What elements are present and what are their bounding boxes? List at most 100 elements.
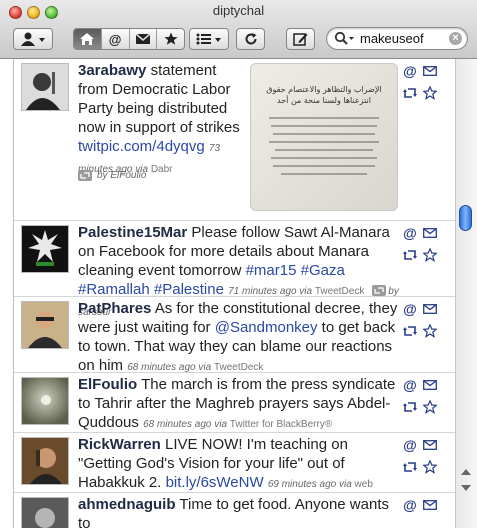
- retweet-icon[interactable]: [402, 399, 418, 415]
- search-icon[interactable]: [334, 31, 356, 46]
- favorite-icon[interactable]: [422, 399, 438, 415]
- account-icon: [21, 32, 45, 46]
- vertical-scrollbar[interactable]: [455, 59, 477, 528]
- direct-message-icon[interactable]: [422, 497, 438, 513]
- tweet-username[interactable]: RickWarren: [78, 436, 161, 453]
- window-title: diptychal: [212, 3, 265, 18]
- home-icon: [80, 33, 95, 45]
- compose-button[interactable]: [286, 28, 315, 50]
- account-menu-button[interactable]: [13, 28, 53, 50]
- tweet-username[interactable]: ahmednaguib: [78, 496, 176, 513]
- tweet-text: RickWarren LIVE NOW! I'm teaching on "Ge…: [78, 435, 402, 494]
- tweet-item[interactable]: RickWarren LIVE NOW! I'm teaching on "Ge…: [14, 433, 456, 493]
- reply-icon[interactable]: @: [402, 225, 418, 241]
- messages-tab[interactable]: [128, 29, 157, 49]
- tweet-actions: @: [402, 497, 442, 528]
- favorite-icon[interactable]: [422, 85, 438, 101]
- favorites-icon: [164, 32, 178, 45]
- mention-link[interactable]: @Sandmonkey: [215, 319, 318, 336]
- search-field: ×: [326, 27, 468, 50]
- retweet-icon[interactable]: [402, 323, 418, 339]
- hashtag-link[interactable]: #mar15: [246, 262, 297, 279]
- reply-icon[interactable]: @: [402, 377, 418, 393]
- hashtag-link[interactable]: #Ramallah: [78, 281, 150, 298]
- tweet-source: Twitter for BlackBerry®: [229, 419, 333, 430]
- avatar[interactable]: [21, 437, 69, 485]
- tweet-meta: 68 minutes ago via Twitter for BlackBerr…: [143, 419, 333, 430]
- reply-icon[interactable]: @: [402, 63, 418, 79]
- direct-message-icon[interactable]: [422, 225, 438, 241]
- reply-icon[interactable]: @: [402, 497, 418, 513]
- favorites-tab[interactable]: [156, 29, 184, 49]
- tweet-text: ahmednaguib Time to get food. Anyone wan…: [78, 495, 402, 528]
- tweet-item[interactable]: PatPhares As for the constitutional decr…: [14, 297, 456, 374]
- retweet-badge-icon: [371, 285, 386, 296]
- favorite-icon[interactable]: [422, 459, 438, 475]
- tweet-actions: @: [402, 437, 442, 477]
- reply-icon[interactable]: @: [402, 437, 418, 453]
- tweet-photo-thumbnail[interactable]: الإضراب والتظاهر والاعتصام حقوق انتزعناه…: [250, 63, 398, 211]
- tweet-meta: 69 minutes ago via web: [267, 479, 373, 490]
- avatar[interactable]: [21, 63, 69, 111]
- direct-message-icon[interactable]: [422, 437, 438, 453]
- retweet-icon[interactable]: [402, 459, 418, 475]
- avatar[interactable]: [21, 301, 69, 349]
- app-window: diptychal @ makeuseof × 3arabawy stateme…: [0, 0, 477, 528]
- timeline-segmented-control: @: [73, 28, 185, 50]
- title-toolbar: diptychal @ makeuseof ×: [0, 0, 477, 59]
- tweet-username[interactable]: 3arabawy: [78, 62, 146, 79]
- tweet-actions: @: [402, 377, 442, 417]
- favorite-icon[interactable]: [422, 323, 438, 339]
- tweet-item[interactable]: Palestine15Mar Please follow Sawt Al-Man…: [14, 221, 456, 318]
- retweeted-by-label: by ElFoulio: [97, 170, 147, 181]
- tweet-item[interactable]: 3arabawy statement from Democratic Labor…: [14, 59, 456, 221]
- reply-icon[interactable]: @: [402, 301, 418, 317]
- scrollbar-thumb[interactable]: [459, 205, 472, 231]
- scroll-up-arrow-icon[interactable]: [461, 469, 471, 475]
- favorite-icon[interactable]: [422, 247, 438, 263]
- timeline[interactable]: 3arabawy statement from Democratic Labor…: [13, 59, 456, 528]
- tweet-item[interactable]: ahmednaguib Time to get food. Anyone wan…: [14, 493, 456, 528]
- tweet-actions: @: [402, 63, 442, 103]
- tweet-source: Dabr: [150, 164, 173, 175]
- direct-message-icon[interactable]: [422, 377, 438, 393]
- tweet-link[interactable]: twitpic.com/4dyqvg: [78, 138, 205, 155]
- clear-icon[interactable]: ×: [449, 32, 462, 45]
- tweet-username[interactable]: Palestine15Mar: [78, 224, 187, 241]
- direct-message-icon[interactable]: [422, 63, 438, 79]
- tweet-source: web: [354, 479, 373, 490]
- tweet-text: ElFoulio The march is from the press syn…: [78, 375, 402, 434]
- hashtag-link[interactable]: #Palestine: [154, 281, 224, 298]
- tweet-link[interactable]: bit.ly/6sWeNW: [166, 474, 264, 491]
- compose-icon: [293, 33, 308, 46]
- tweet-username[interactable]: ElFoulio: [78, 376, 137, 393]
- tweet-source: TweetDeck: [213, 362, 264, 373]
- avatar[interactable]: [21, 377, 69, 425]
- lists-icon: [196, 33, 221, 45]
- messages-icon: [135, 33, 151, 44]
- scroll-down-arrow-icon[interactable]: [461, 485, 471, 491]
- retweet-icon[interactable]: [402, 85, 418, 101]
- tweet-item[interactable]: ElFoulio The march is from the press syn…: [14, 373, 456, 433]
- refresh-icon: [245, 33, 257, 45]
- mentions-icon: @: [108, 31, 122, 47]
- hashtag-link[interactable]: #Gaza: [301, 262, 345, 279]
- tweet-username[interactable]: PatPhares: [78, 300, 151, 317]
- tweet-meta: 68 minutes ago via TweetDeck: [127, 362, 264, 373]
- tweet-actions: @: [402, 301, 442, 341]
- tweet-text: PatPhares As for the constitutional decr…: [78, 299, 402, 377]
- search-input[interactable]: [360, 30, 444, 46]
- home-tab[interactable]: [74, 29, 101, 49]
- tweet-actions: @: [402, 225, 442, 265]
- lists-menu-button[interactable]: [189, 28, 229, 50]
- tweet-source: TweetDeck: [314, 286, 365, 297]
- mentions-tab[interactable]: @: [100, 29, 129, 49]
- retweet-icon[interactable]: [402, 247, 418, 263]
- tweet-text: 3arabawy statement from Democratic Labor…: [78, 61, 248, 179]
- direct-message-icon[interactable]: [422, 301, 438, 317]
- refresh-button[interactable]: [236, 28, 265, 50]
- tweet-meta: 71 minutes ago via TweetDeck: [228, 286, 365, 297]
- avatar[interactable]: [21, 225, 69, 273]
- retweet-attribution: by ElFoulio: [78, 170, 146, 181]
- avatar[interactable]: [21, 497, 69, 528]
